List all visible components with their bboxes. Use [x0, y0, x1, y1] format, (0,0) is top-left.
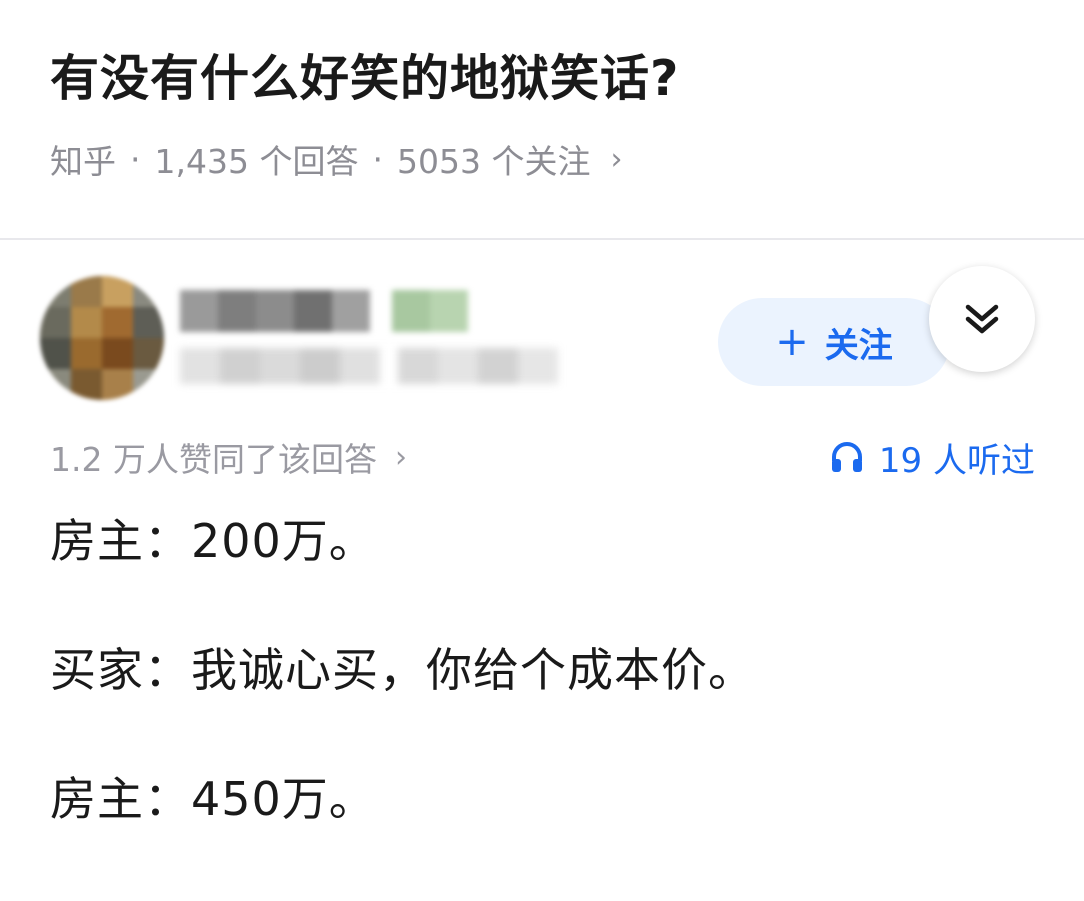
follow-button[interactable]: + 关注 — [718, 298, 950, 386]
collapse-button[interactable] — [929, 266, 1035, 372]
answers-count: 1,435 个回答 — [154, 142, 359, 181]
divider — [0, 238, 1084, 240]
followers-count: 5053 个关注 — [396, 142, 591, 181]
answer-page: 有没有什么好笑的地狱笑话? 知乎 · 1,435 个回答 · 5053 个关注 … — [0, 0, 1084, 901]
answer-paragraph: 房主：450万。 — [50, 772, 376, 826]
question-meta[interactable]: 知乎 · 1,435 个回答 · 5053 个关注 › — [50, 136, 622, 182]
author-name[interactable] — [180, 290, 468, 332]
author-bio — [180, 348, 558, 384]
chevron-right-icon: › — [610, 141, 623, 177]
question-title[interactable]: 有没有什么好笑的地狱笑话? — [50, 44, 679, 114]
double-chevron-down-icon — [965, 304, 999, 334]
headphones-icon — [831, 442, 862, 472]
avatar[interactable] — [40, 276, 164, 400]
meta-separator: · — [372, 139, 383, 179]
plus-icon: + — [775, 319, 809, 365]
listen-count: 19 人听过 — [878, 440, 1035, 481]
meta-separator: · — [130, 139, 141, 179]
answer-paragraph: 买家：我诚心买，你给个成本价。 — [50, 643, 755, 697]
follow-label: 关注 — [824, 325, 893, 366]
source-label: 知乎 — [50, 142, 116, 181]
answer-paragraph: 房主：200万。 — [50, 514, 376, 568]
listen-info[interactable]: 19 人听过 — [829, 434, 1035, 481]
author-row[interactable] — [0, 250, 680, 440]
upvote-info[interactable]: 1.2 万人赞同了该回答 › — [50, 434, 407, 480]
upvote-text: 1.2 万人赞同了该回答 — [50, 440, 377, 479]
chevron-right-icon: › — [394, 439, 407, 475]
